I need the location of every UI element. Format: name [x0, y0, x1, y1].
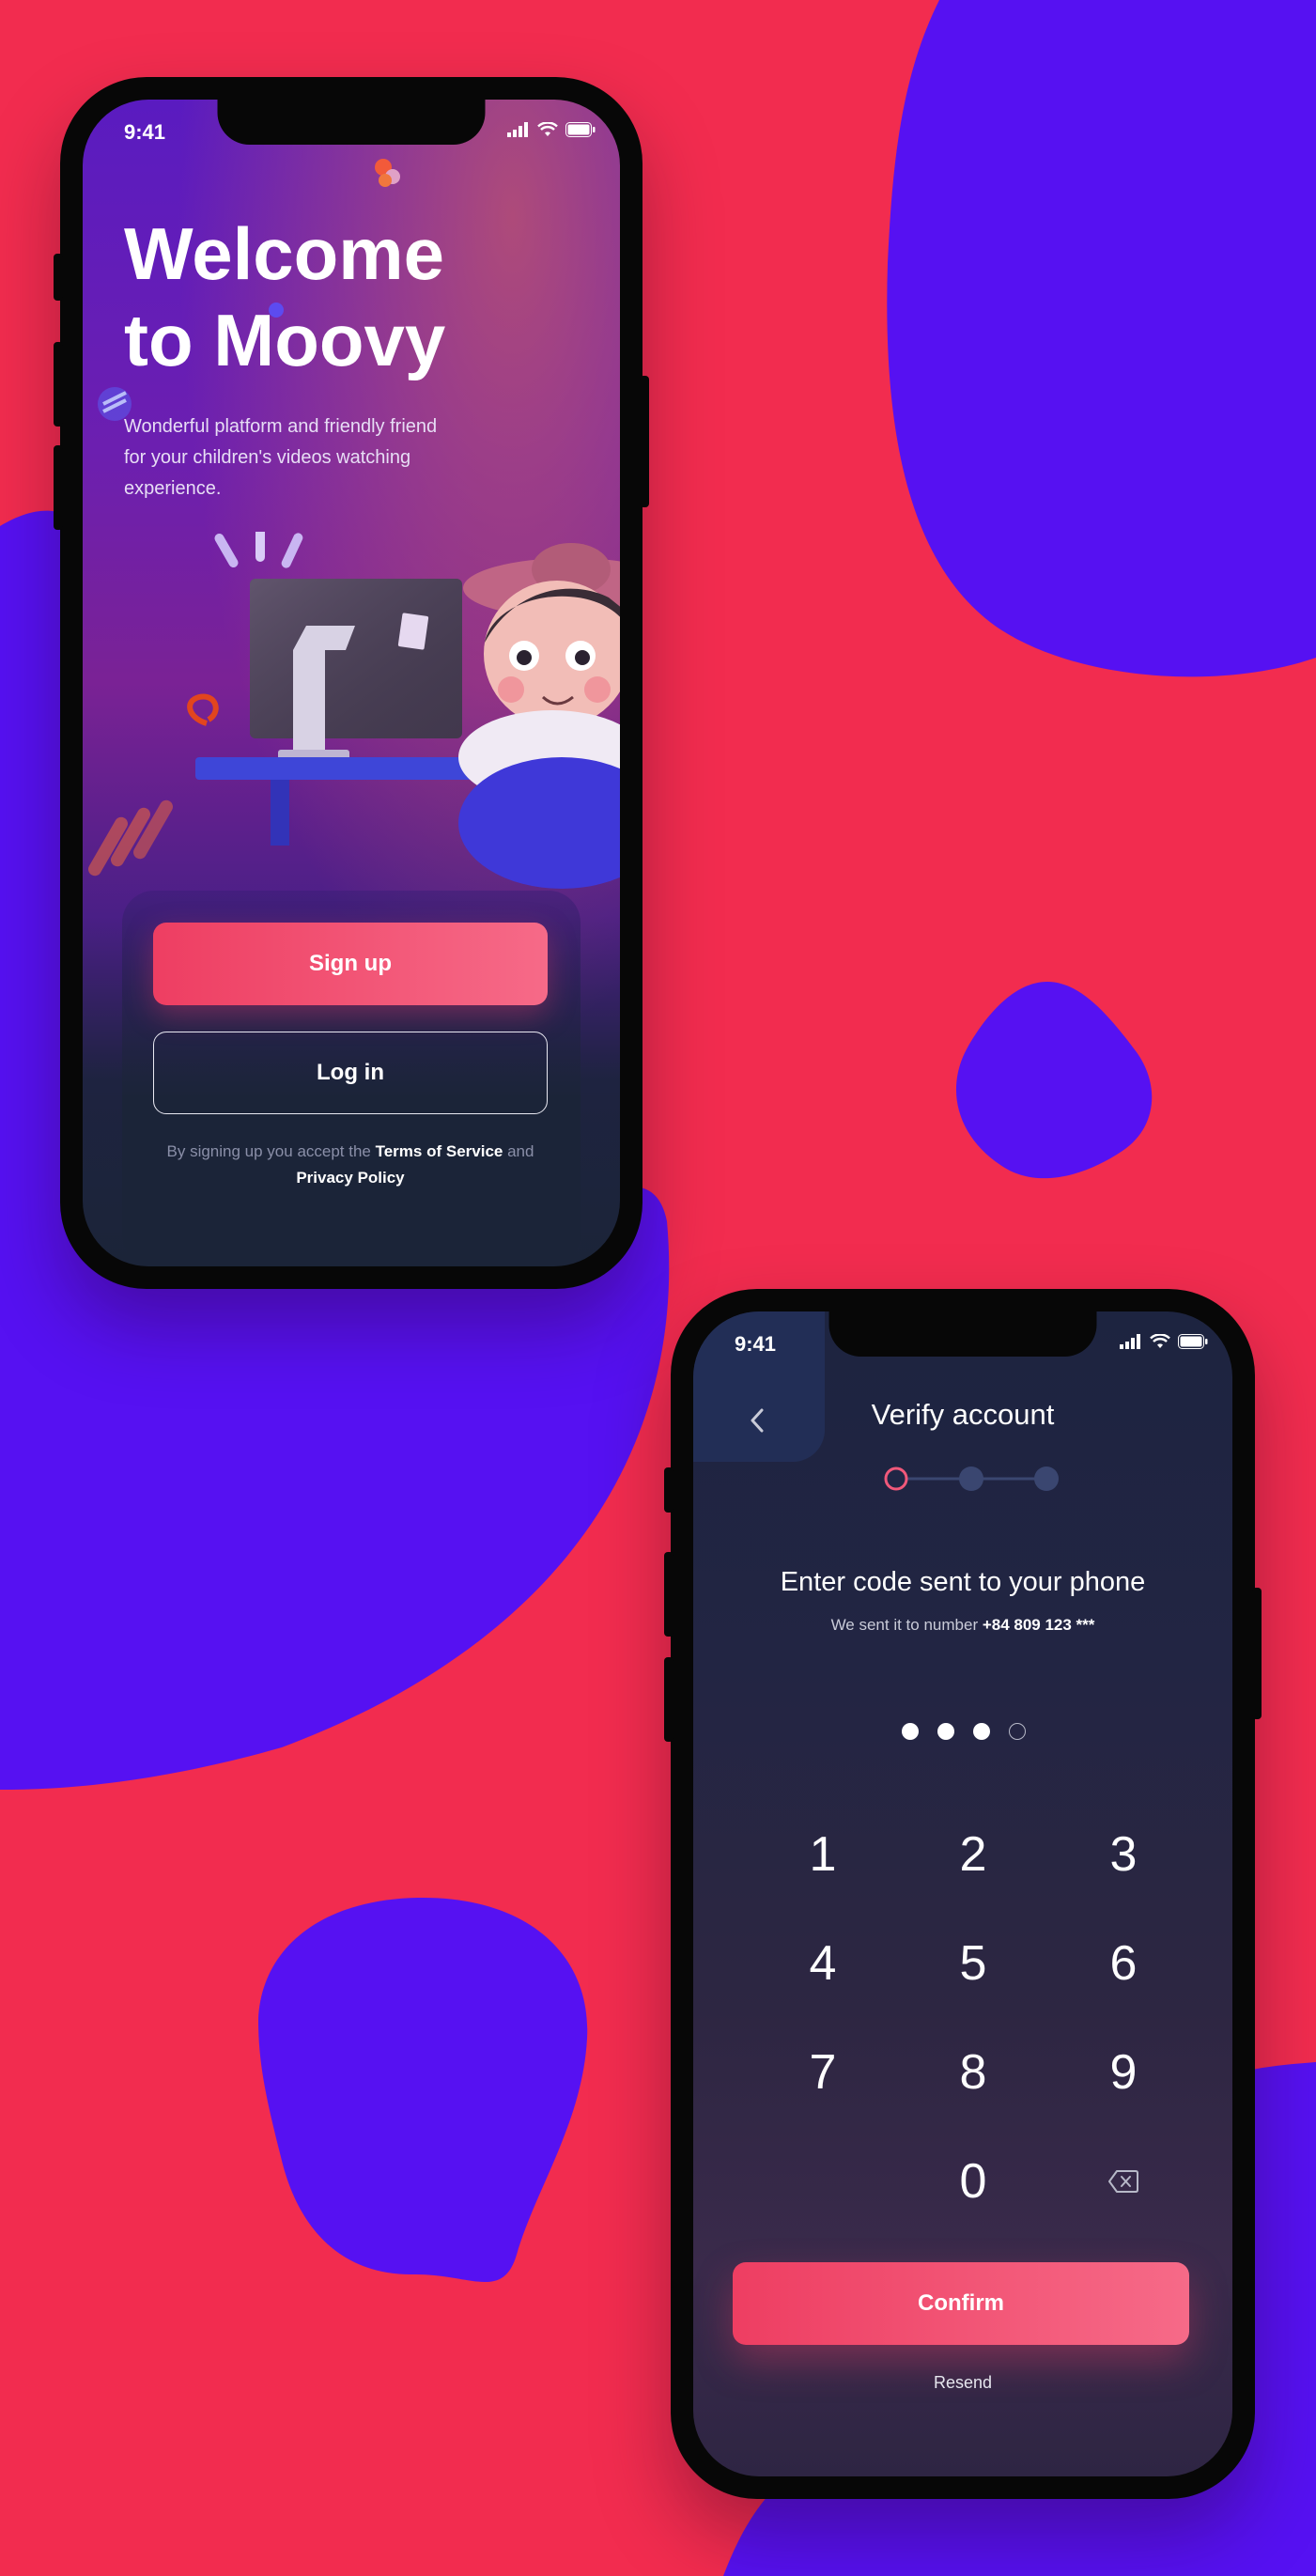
page-title: Verify account [871, 1398, 1055, 1431]
decor-dot [269, 303, 284, 318]
signal-icon [507, 122, 528, 137]
key-5[interactable]: 5 [898, 1909, 1048, 2018]
phone-side-button [1252, 1588, 1262, 1719]
backspace-key[interactable] [1048, 2127, 1199, 2236]
sent-prefix: We sent it to number [830, 1616, 983, 1634]
progress-stepper [884, 1466, 1059, 1491]
status-time: 9:41 [735, 1332, 777, 1356]
blob-small-right [955, 982, 1153, 1179]
terms-and: and [503, 1142, 534, 1160]
phone-side-button [54, 254, 63, 301]
phone-side-button [54, 445, 63, 530]
phone-side-button [664, 1657, 673, 1742]
phone-side-button [640, 376, 649, 507]
phone-verify: 9:41 Verify account Enter code sent to y… [664, 1289, 1262, 2499]
decor-orb [98, 387, 132, 421]
key-2[interactable]: 2 [898, 1800, 1048, 1909]
welcome-screen: 9:41 Welcome to Moovy Wonderful platform… [83, 100, 620, 1266]
phone-side-button [664, 1467, 673, 1513]
phone-side-button [664, 1552, 673, 1637]
key-9[interactable]: 9 [1048, 2018, 1199, 2127]
status-bar: 9:41 [83, 116, 620, 150]
key-4[interactable]: 4 [748, 1909, 898, 2018]
key-7[interactable]: 7 [748, 2018, 898, 2127]
blob-top-right [887, 0, 1316, 677]
page-title: Welcome to Moovy [124, 210, 537, 383]
battery-icon [565, 122, 596, 137]
terms-notice: By signing up you accept the Terms of Se… [153, 1139, 548, 1191]
title-line-1: Welcome [124, 212, 445, 295]
backspace-icon [1108, 2170, 1138, 2193]
status-time: 9:41 [124, 120, 166, 144]
login-button[interactable]: Log in [153, 1032, 548, 1114]
key-1[interactable]: 1 [748, 1800, 898, 1909]
pin-dot-filled [973, 1723, 990, 1740]
terms-link[interactable]: Terms of Service [376, 1142, 503, 1160]
decor-balls [375, 159, 400, 187]
phone-number: +84 809 123 *** [982, 1616, 1095, 1634]
code-heading: Enter code sent to your phone [780, 1567, 1146, 1597]
phone-welcome: 9:41 Welcome to Moovy Wonderful platform… [54, 77, 649, 1289]
status-bar: 9:41 [693, 1328, 1232, 1362]
step-3 [1034, 1466, 1059, 1491]
key-3[interactable]: 3 [1048, 1800, 1199, 1909]
key-0[interactable]: 0 [898, 2127, 1048, 2236]
pin-dot-filled [937, 1723, 954, 1740]
privacy-link[interactable]: Privacy Policy [296, 1169, 404, 1187]
signal-icon [1120, 1334, 1140, 1349]
battery-icon [1178, 1334, 1208, 1349]
terms-prefix: By signing up you accept the [166, 1142, 376, 1160]
step-1 [884, 1466, 908, 1491]
resend-link[interactable]: Resend [693, 2373, 1232, 2393]
step-2 [959, 1466, 983, 1491]
welcome-subtitle: Wonderful platform and friendly friend f… [124, 416, 438, 499]
code-subtitle: We sent it to number +84 809 123 *** [693, 1616, 1232, 1635]
verify-screen: 9:41 Verify account Enter code sent to y… [693, 1311, 1232, 2476]
pin-dot-filled [902, 1723, 919, 1740]
confirm-button[interactable]: Confirm [733, 2262, 1189, 2345]
key-empty [748, 2127, 898, 2236]
pin-dot-empty [1009, 1723, 1026, 1740]
signup-button[interactable]: Sign up [153, 923, 548, 1005]
phone-side-button [54, 342, 63, 427]
key-6[interactable]: 6 [1048, 1909, 1199, 2018]
wifi-icon [1150, 1334, 1170, 1348]
numeric-keypad: 1 2 3 4 5 6 7 8 9 0 [748, 1800, 1199, 2236]
wifi-icon [537, 122, 558, 136]
pin-indicator [902, 1723, 1026, 1740]
blob-bottom-left [258, 1897, 588, 2283]
key-8[interactable]: 8 [898, 2018, 1048, 2127]
